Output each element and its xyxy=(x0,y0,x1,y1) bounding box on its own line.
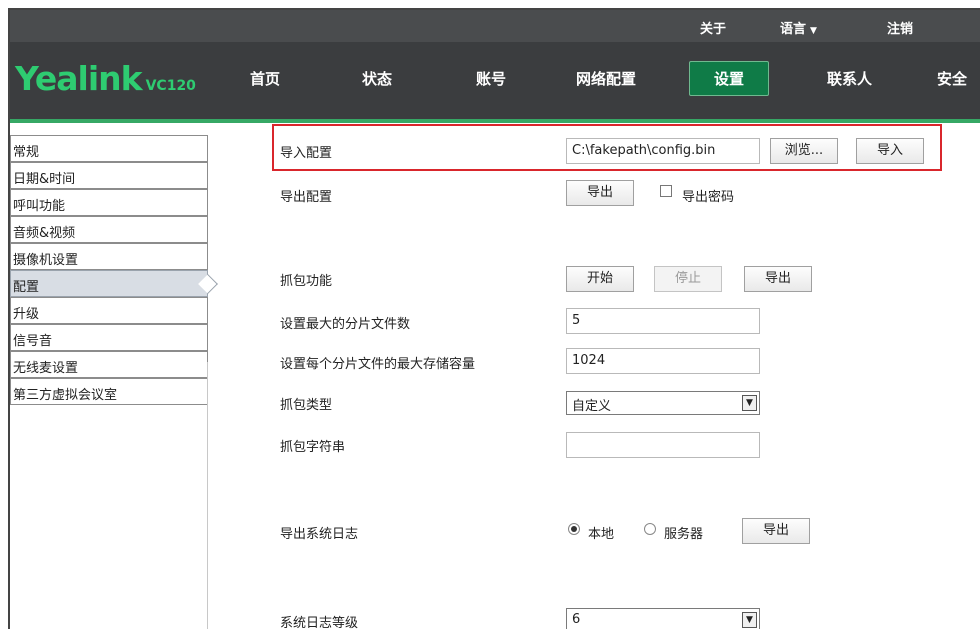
sidebar-item-tones[interactable]: 信号音 xyxy=(10,324,208,351)
max-size-label: 设置每个分片文件的最大存储容量 xyxy=(280,357,476,372)
sidebar-item-camera[interactable]: 摄像机设置 xyxy=(10,243,208,270)
browse-button[interactable]: 浏览... xyxy=(770,138,838,164)
radio-server-label: 服务器 xyxy=(664,527,704,542)
sidebar-item-label: 无线麦设置 xyxy=(13,361,79,376)
nav-status[interactable]: 状态 xyxy=(362,68,392,89)
caret-down-icon: ▼ xyxy=(810,26,817,36)
log-level-label: 系统日志等级 xyxy=(280,616,359,629)
sidebar-item-audio-video[interactable]: 音频&视频 xyxy=(10,216,208,243)
top-utility-bar: 关于 语言 ▼ 注销 xyxy=(10,10,980,42)
import-config-label: 导入配置 xyxy=(280,146,333,161)
capture-stop-button[interactable]: 停止 xyxy=(654,266,722,292)
main-navbar: Yealink VC120 首页 状态 账号 网络配置 设置 联系人 安全 xyxy=(10,42,980,119)
radio-local[interactable] xyxy=(568,523,580,535)
capture-export-button[interactable]: 导出 xyxy=(744,266,812,292)
capture-label: 抓包功能 xyxy=(280,274,333,289)
sidebar-item-general[interactable]: 常规 xyxy=(10,135,208,162)
log-level-select[interactable]: 6 ▼ xyxy=(566,608,760,629)
capture-string-input[interactable] xyxy=(566,432,760,458)
export-password-checkbox[interactable] xyxy=(660,185,672,197)
active-pointer-icon xyxy=(198,274,218,294)
sidebar-item-label: 升级 xyxy=(13,307,40,322)
nav-security[interactable]: 安全 xyxy=(937,68,967,89)
log-level-value: 6 xyxy=(572,612,581,627)
capture-start-button[interactable]: 开始 xyxy=(566,266,634,292)
radio-local-label: 本地 xyxy=(588,527,615,542)
max-files-label: 设置最大的分片文件数 xyxy=(280,317,411,332)
dropdown-arrow-icon: ▼ xyxy=(742,395,757,411)
nav-account[interactable]: 账号 xyxy=(476,68,506,89)
sidebar-item-label: 呼叫功能 xyxy=(13,199,66,214)
max-size-input[interactable]: 1024 xyxy=(566,348,760,374)
about-link[interactable]: 关于 xyxy=(700,18,726,37)
capture-type-label: 抓包类型 xyxy=(280,398,333,413)
sidebar-item-label: 摄像机设置 xyxy=(13,253,79,268)
export-config-button[interactable]: 导出 xyxy=(566,180,634,206)
sidebar-item-configuration[interactable]: 配置 xyxy=(10,270,218,297)
sidebar-item-label: 常规 xyxy=(13,145,40,160)
export-log-button[interactable]: 导出 xyxy=(742,518,810,544)
sidebar-item-label: 配置 xyxy=(13,280,40,295)
nav-divider xyxy=(10,119,980,123)
sidebar-item-label: 日期&时间 xyxy=(13,172,76,187)
brand-logo: Yealink VC120 xyxy=(15,59,196,98)
import-button[interactable]: 导入 xyxy=(856,138,924,164)
capture-type-select[interactable]: 自定义 ▼ xyxy=(566,391,760,415)
export-password-label: 导出密码 xyxy=(682,190,735,205)
capture-string-label: 抓包字符串 xyxy=(280,440,346,455)
config-file-field[interactable]: C:\fakepath\config.bin xyxy=(566,138,760,164)
sidebar-item-label: 信号音 xyxy=(13,334,53,349)
sidebar-rail xyxy=(207,362,208,629)
language-menu[interactable]: 语言 ▼ xyxy=(780,18,817,37)
nav-contacts[interactable]: 联系人 xyxy=(827,68,872,89)
nav-network[interactable]: 网络配置 xyxy=(576,68,636,89)
sidebar-item-label: 音频&视频 xyxy=(13,226,76,241)
max-files-input[interactable]: 5 xyxy=(566,308,760,334)
settings-sidebar: 常规 日期&时间 呼叫功能 音频&视频 摄像机设置 配置 升级 信号音 无线麦设… xyxy=(10,135,218,629)
nav-settings[interactable]: 设置 xyxy=(689,61,770,96)
sidebar-item-wireless-mic[interactable]: 无线麦设置 xyxy=(10,351,208,378)
export-config-label: 导出配置 xyxy=(280,190,333,205)
sidebar-item-date-time[interactable]: 日期&时间 xyxy=(10,162,208,189)
nav-home[interactable]: 首页 xyxy=(250,68,280,89)
sidebar-item-upgrade[interactable]: 升级 xyxy=(10,297,208,324)
radio-server[interactable] xyxy=(644,523,656,535)
logout-link[interactable]: 注销 xyxy=(887,18,913,37)
export-log-label: 导出系统日志 xyxy=(280,527,359,542)
language-label: 语言 xyxy=(780,22,807,37)
dropdown-arrow-icon: ▼ xyxy=(742,612,757,628)
sidebar-item-third-party-vmr[interactable]: 第三方虚拟会议室 xyxy=(10,378,208,405)
brand-model: VC120 xyxy=(145,78,196,94)
sidebar-item-call-features[interactable]: 呼叫功能 xyxy=(10,189,208,216)
brand-name: Yealink xyxy=(15,59,143,98)
capture-type-value: 自定义 xyxy=(572,399,612,414)
app-window: 关于 语言 ▼ 注销 Yealink VC120 首页 状态 账号 网络配置 设置 … xyxy=(8,8,980,629)
sidebar-item-label: 第三方虚拟会议室 xyxy=(13,388,118,403)
